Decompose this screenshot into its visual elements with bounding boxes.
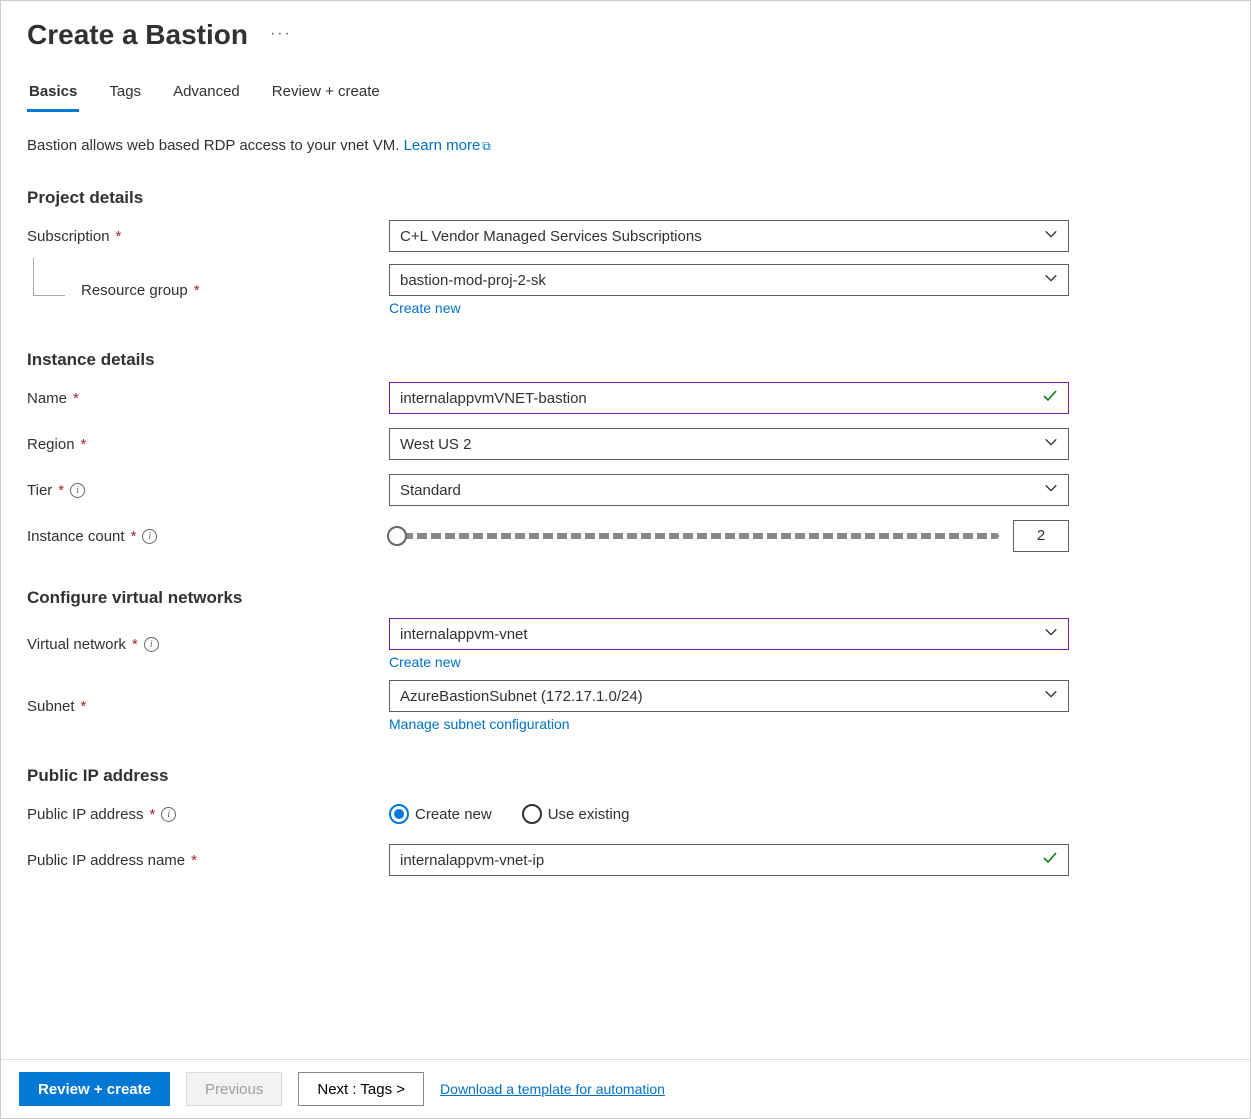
label-subnet: Subnet bbox=[27, 698, 75, 715]
slider-track bbox=[389, 533, 999, 539]
required-icon: * bbox=[58, 482, 64, 499]
chevron-down-icon bbox=[1044, 625, 1058, 643]
manage-subnet-link[interactable]: Manage subnet configuration bbox=[389, 716, 570, 732]
chevron-down-icon bbox=[1044, 227, 1058, 245]
public-ip-name-value: internalappvm-vnet-ip bbox=[400, 852, 544, 869]
info-icon[interactable]: i bbox=[161, 807, 176, 822]
label-region: Region bbox=[27, 436, 75, 453]
info-icon[interactable]: i bbox=[70, 483, 85, 498]
info-icon[interactable]: i bbox=[142, 529, 157, 544]
slider-thumb[interactable] bbox=[387, 526, 407, 546]
radio-create-new-label: Create new bbox=[415, 806, 492, 823]
label-public-ip-name: Public IP address name bbox=[27, 852, 185, 869]
name-input[interactable]: internalappvmVNET-bastion bbox=[389, 382, 1069, 414]
radio-use-existing-label: Use existing bbox=[548, 806, 630, 823]
chevron-down-icon bbox=[1044, 687, 1058, 705]
section-configure-vnet: Configure virtual networks bbox=[27, 588, 1224, 608]
required-icon: * bbox=[149, 806, 155, 823]
intro-text: Bastion allows web based RDP access to y… bbox=[27, 137, 1224, 154]
public-ip-name-input[interactable]: internalappvm-vnet-ip bbox=[389, 844, 1069, 876]
instance-count-slider[interactable] bbox=[389, 524, 999, 548]
label-public-ip: Public IP address bbox=[27, 806, 143, 823]
learn-more-link[interactable]: Learn more⧉ bbox=[404, 137, 491, 154]
next-button[interactable]: Next : Tags > bbox=[298, 1072, 424, 1106]
subscription-dropdown[interactable]: C+L Vendor Managed Services Subscription… bbox=[389, 220, 1069, 252]
resource-group-dropdown[interactable]: bastion-mod-proj-2-sk bbox=[389, 264, 1069, 296]
required-icon: * bbox=[73, 390, 79, 407]
label-tier: Tier bbox=[27, 482, 52, 499]
section-public-ip: Public IP address bbox=[27, 766, 1224, 786]
tab-review-create[interactable]: Review + create bbox=[270, 79, 382, 112]
indent-guide bbox=[33, 258, 65, 296]
more-actions-icon[interactable]: ··· bbox=[270, 25, 292, 43]
intro-body: Bastion allows web based RDP access to y… bbox=[27, 137, 404, 154]
required-icon: * bbox=[191, 852, 197, 869]
required-icon: * bbox=[131, 528, 137, 545]
check-icon bbox=[1042, 388, 1058, 408]
region-value: West US 2 bbox=[400, 436, 471, 453]
required-icon: * bbox=[194, 282, 200, 299]
section-instance-details: Instance details bbox=[27, 350, 1224, 370]
tier-dropdown[interactable]: Standard bbox=[389, 474, 1069, 506]
tab-basics[interactable]: Basics bbox=[27, 79, 79, 112]
page-title: Create a Bastion bbox=[27, 19, 248, 51]
download-template-link[interactable]: Download a template for automation bbox=[440, 1081, 665, 1097]
label-resource-group: Resource group bbox=[81, 282, 188, 299]
learn-more-label: Learn more bbox=[404, 137, 481, 154]
tab-tags[interactable]: Tags bbox=[107, 79, 143, 112]
create-new-vnet-link[interactable]: Create new bbox=[389, 654, 461, 670]
external-link-icon: ⧉ bbox=[482, 139, 491, 153]
required-icon: * bbox=[132, 636, 138, 653]
chevron-down-icon bbox=[1044, 435, 1058, 453]
radio-use-existing[interactable] bbox=[522, 804, 542, 824]
region-dropdown[interactable]: West US 2 bbox=[389, 428, 1069, 460]
footer-bar: Review + create Previous Next : Tags > D… bbox=[1, 1059, 1250, 1118]
label-virtual-network: Virtual network bbox=[27, 636, 126, 653]
tier-value: Standard bbox=[400, 482, 461, 499]
subnet-dropdown[interactable]: AzureBastionSubnet (172.17.1.0/24) bbox=[389, 680, 1069, 712]
label-name: Name bbox=[27, 390, 67, 407]
chevron-down-icon bbox=[1044, 271, 1058, 289]
name-value: internalappvmVNET-bastion bbox=[400, 390, 587, 407]
tab-advanced[interactable]: Advanced bbox=[171, 79, 242, 112]
create-new-rg-link[interactable]: Create new bbox=[389, 300, 461, 316]
radio-create-new[interactable] bbox=[389, 804, 409, 824]
subscription-value: C+L Vendor Managed Services Subscription… bbox=[400, 228, 702, 245]
chevron-down-icon bbox=[1044, 481, 1058, 499]
info-icon[interactable]: i bbox=[144, 637, 159, 652]
resource-group-value: bastion-mod-proj-2-sk bbox=[400, 272, 546, 289]
review-create-button[interactable]: Review + create bbox=[19, 1072, 170, 1106]
subnet-value: AzureBastionSubnet (172.17.1.0/24) bbox=[400, 688, 643, 705]
virtual-network-value: internalappvm-vnet bbox=[400, 626, 528, 643]
check-icon bbox=[1042, 850, 1058, 870]
required-icon: * bbox=[116, 228, 122, 245]
required-icon: * bbox=[81, 436, 87, 453]
label-subscription: Subscription bbox=[27, 228, 110, 245]
virtual-network-dropdown[interactable]: internalappvm-vnet bbox=[389, 618, 1069, 650]
section-project-details: Project details bbox=[27, 188, 1224, 208]
previous-button: Previous bbox=[186, 1072, 282, 1106]
instance-count-input[interactable]: 2 bbox=[1013, 520, 1069, 552]
required-icon: * bbox=[81, 698, 87, 715]
label-instance-count: Instance count bbox=[27, 528, 125, 545]
tab-bar: Basics Tags Advanced Review + create bbox=[27, 79, 1224, 113]
